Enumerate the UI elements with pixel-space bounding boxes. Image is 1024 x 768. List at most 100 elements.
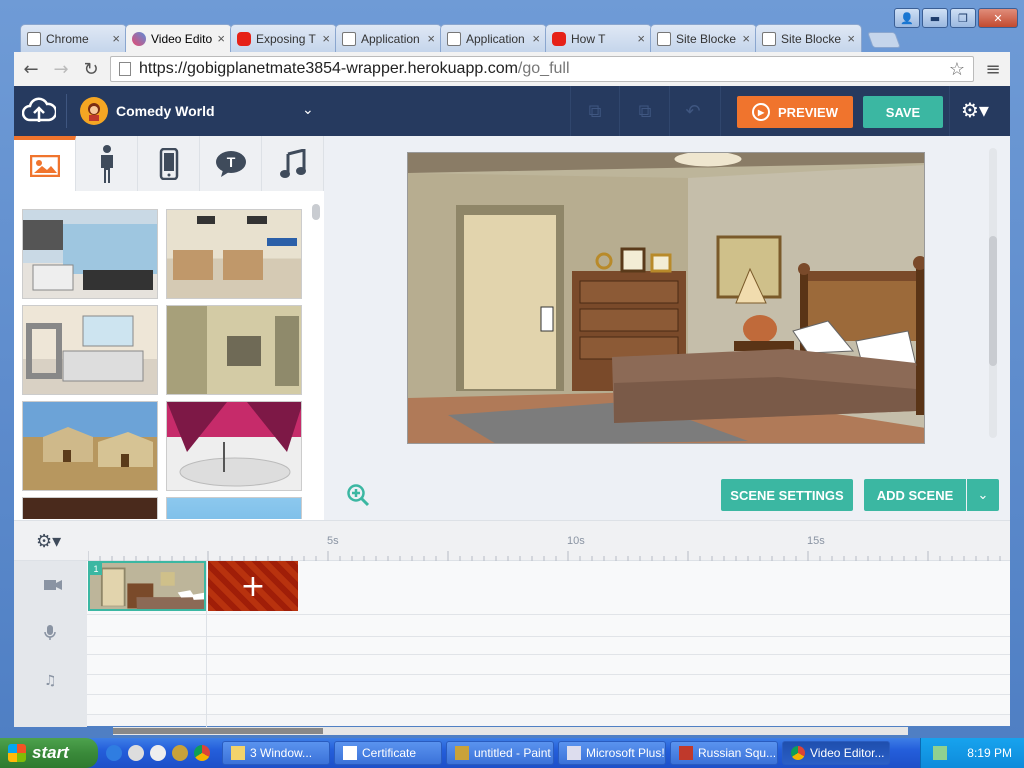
copy-icon[interactable]: ⧉: [582, 98, 608, 124]
document-icon: [342, 31, 356, 46]
task-windows-explorer[interactable]: 3 Window...: [222, 741, 330, 765]
save-button[interactable]: SAVE: [863, 96, 943, 128]
timeline-settings-gear-icon[interactable]: ⚙▾: [36, 531, 61, 552]
task-certificate[interactable]: Certificate: [334, 741, 442, 765]
close-tab-icon[interactable]: ×: [217, 31, 225, 46]
background-thumbnail[interactable]: [22, 497, 158, 519]
timeline-ruler: ⚙▾ 5s 10s 15s: [14, 521, 1010, 561]
task-label: Microsoft Plus!: [586, 746, 665, 760]
url-path: /go_full: [517, 60, 570, 77]
close-tab-icon[interactable]: ×: [742, 31, 750, 46]
background-thumbnail[interactable]: [166, 209, 302, 299]
horizontal-scrollbar-thumb[interactable]: [113, 728, 323, 734]
background-thumbnail[interactable]: [22, 401, 158, 491]
task-video-editor[interactable]: Video Editor...: [782, 741, 890, 765]
forward-button[interactable]: →: [50, 58, 72, 80]
back-button[interactable]: ←: [20, 58, 42, 80]
background-thumbnail[interactable]: [22, 209, 158, 299]
app-header: Comedy World ⌄ ⧉ ⧉ ↶ ▶ PREVIEW SAVE ⚙▾: [14, 86, 1010, 136]
task-label: 3 Window...: [250, 746, 313, 760]
close-tab-icon[interactable]: ×: [112, 31, 120, 46]
new-tab-button[interactable]: [867, 32, 901, 48]
menu-icon[interactable]: ≡: [982, 58, 1004, 80]
internet-explorer-icon[interactable]: [106, 745, 122, 761]
quick-launch: [98, 745, 218, 761]
network-icon[interactable]: [933, 746, 948, 760]
paste-icon[interactable]: ⧉: [632, 98, 658, 124]
tick-label: 10s: [567, 535, 585, 547]
chevron-down-icon[interactable]: ⌄: [967, 479, 999, 511]
bookmark-star-icon[interactable]: ☆: [949, 59, 965, 80]
upload-cloud-icon[interactable]: [21, 96, 58, 126]
paint-icon[interactable]: [172, 745, 188, 761]
tab-sound[interactable]: [262, 136, 324, 191]
preview-button[interactable]: ▶ PREVIEW: [737, 96, 853, 128]
tab-chrome[interactable]: Chrome ×: [20, 24, 127, 52]
scene-settings-button[interactable]: SCENE SETTINGS: [721, 479, 853, 511]
tab-props[interactable]: [138, 136, 200, 191]
timeline-track-headers: ♫: [14, 561, 87, 727]
browser-toolbar: ← → ↻ https://gobigplanetmate3854-wrappe…: [14, 52, 1010, 86]
scene-number-badge: 1: [90, 563, 102, 575]
reload-button[interactable]: ↻: [80, 58, 102, 80]
background-thumbnail[interactable]: [166, 401, 302, 491]
tab-application-1[interactable]: Application ×: [335, 24, 442, 52]
address-bar[interactable]: https://gobigplanetmate3854-wrapper.hero…: [110, 56, 974, 82]
music-track-sub[interactable]: [87, 695, 1010, 715]
task-label: untitled - Paint: [474, 746, 551, 760]
media-icon[interactable]: [128, 745, 144, 761]
music-track[interactable]: [87, 655, 1010, 675]
tab-backgrounds[interactable]: [14, 136, 76, 191]
minimize-button[interactable]: ▬: [922, 8, 948, 28]
media-player-icon[interactable]: [150, 745, 166, 761]
task-russian-squares[interactable]: Russian Squ...: [670, 741, 778, 765]
add-scene-button[interactable]: ADD SCENE: [864, 479, 966, 511]
video-editor-icon: [132, 31, 146, 46]
close-tab-icon[interactable]: ×: [532, 31, 540, 46]
maximize-button[interactable]: ❐: [950, 8, 976, 28]
page-icon: [119, 62, 131, 76]
svg-text:T: T: [226, 154, 235, 170]
scene-canvas[interactable]: [407, 152, 925, 444]
close-tab-icon[interactable]: ×: [427, 31, 435, 46]
background-thumbnail[interactable]: [22, 305, 158, 395]
task-label: Certificate: [362, 746, 417, 760]
add-scene-tile[interactable]: +: [208, 561, 298, 611]
divider: [66, 94, 67, 128]
close-button[interactable]: ✕: [978, 8, 1018, 28]
tab-characters[interactable]: [76, 136, 138, 191]
voice-track[interactable]: [87, 615, 1010, 637]
cube-icon: [679, 746, 693, 760]
theme-avatar[interactable]: [80, 97, 108, 125]
start-button[interactable]: start: [0, 738, 98, 768]
tab-label: How T: [571, 31, 606, 46]
background-thumbnail[interactable]: [166, 305, 302, 395]
tab-video-editor[interactable]: Video Edito ×: [125, 24, 232, 52]
tab-site-blocker-1[interactable]: Site Blocke ×: [650, 24, 757, 52]
task-label: Russian Squ...: [698, 746, 777, 760]
chevron-down-icon[interactable]: ⌄: [302, 102, 314, 118]
chrome-icon[interactable]: [194, 745, 210, 761]
tab-how-to[interactable]: How T ×: [545, 24, 652, 52]
undo-icon[interactable]: ↶: [680, 98, 706, 124]
tab-site-blocker-2[interactable]: Site Blocke ×: [755, 24, 862, 52]
voice-track-sub[interactable]: [87, 637, 1010, 655]
zoom-in-icon[interactable]: [346, 483, 370, 507]
scene-clip[interactable]: 1: [88, 561, 206, 611]
stage-scrollbar-thumb[interactable]: [989, 236, 997, 366]
task-microsoft-plus[interactable]: Microsoft Plus!: [558, 741, 666, 765]
close-tab-icon[interactable]: ×: [637, 31, 645, 46]
task-paint[interactable]: untitled - Paint: [446, 741, 554, 765]
library-scrollbar[interactable]: [312, 204, 320, 220]
tab-exposing[interactable]: Exposing T ×: [230, 24, 337, 52]
tab-label: Site Blocke: [676, 31, 737, 46]
tab-text[interactable]: T: [200, 136, 262, 191]
music-track-sub[interactable]: [87, 675, 1010, 695]
close-tab-icon[interactable]: ×: [322, 31, 330, 46]
settings-gear-icon[interactable]: ⚙▾: [961, 98, 989, 122]
background-thumbnail[interactable]: [166, 497, 302, 519]
microphone-icon: [44, 625, 56, 645]
close-tab-icon[interactable]: ×: [847, 31, 855, 46]
tab-application-2[interactable]: Application ×: [440, 24, 547, 52]
theme-name[interactable]: Comedy World: [116, 103, 215, 119]
